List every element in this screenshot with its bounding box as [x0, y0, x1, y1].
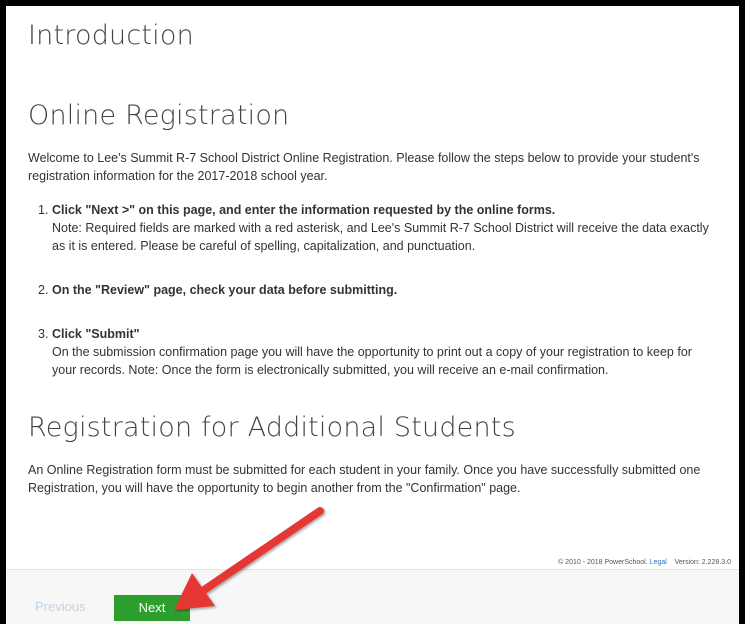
step-item: 3. Click "Submit" On the submission conf…: [38, 325, 719, 379]
step-detail: Note: Required fields are marked with a …: [52, 221, 709, 253]
next-button[interactable]: Next: [114, 595, 190, 621]
intro-heading: Introduction: [28, 20, 194, 51]
step-number: 2.: [38, 283, 49, 297]
navigation-bar: Previous Next: [6, 569, 739, 624]
welcome-text: Welcome to Lee's Summit R-7 School Distr…: [28, 151, 700, 183]
step-title: Click "Next >" on this page, and enter t…: [52, 203, 556, 217]
additional-students-text: An Online Registration form must be subm…: [28, 463, 701, 495]
steps-list: 1. Click "Next >" on this page, and ente…: [28, 201, 719, 379]
legal-link[interactable]: Legal: [650, 559, 667, 566]
step-title: On the "Review" page, check your data be…: [52, 283, 398, 297]
previous-button[interactable]: Previous: [35, 599, 86, 614]
main-content: Introduction Online Registration Welcome…: [6, 6, 739, 570]
step-title: Click "Submit": [52, 327, 140, 341]
online-registration-heading: Online Registration: [28, 100, 290, 131]
step-item: 2. On the "Review" page, check your data…: [38, 281, 719, 299]
version-text: Version: 2.228.3.0: [674, 559, 731, 566]
copyright-text: © 2010 - 2018 PowerSchool.: [558, 559, 648, 566]
additional-students-heading: Registration for Additional Students: [28, 412, 516, 443]
step-number: 3.: [38, 327, 49, 341]
step-item: 1. Click "Next >" on this page, and ente…: [38, 201, 719, 255]
footer-info: © 2010 - 2018 PowerSchool. Legal Version…: [558, 559, 731, 566]
step-number: 1.: [38, 203, 49, 217]
step-detail: On the submission confirmation page you …: [52, 345, 692, 377]
page-frame: Introduction Online Registration Welcome…: [0, 0, 745, 624]
